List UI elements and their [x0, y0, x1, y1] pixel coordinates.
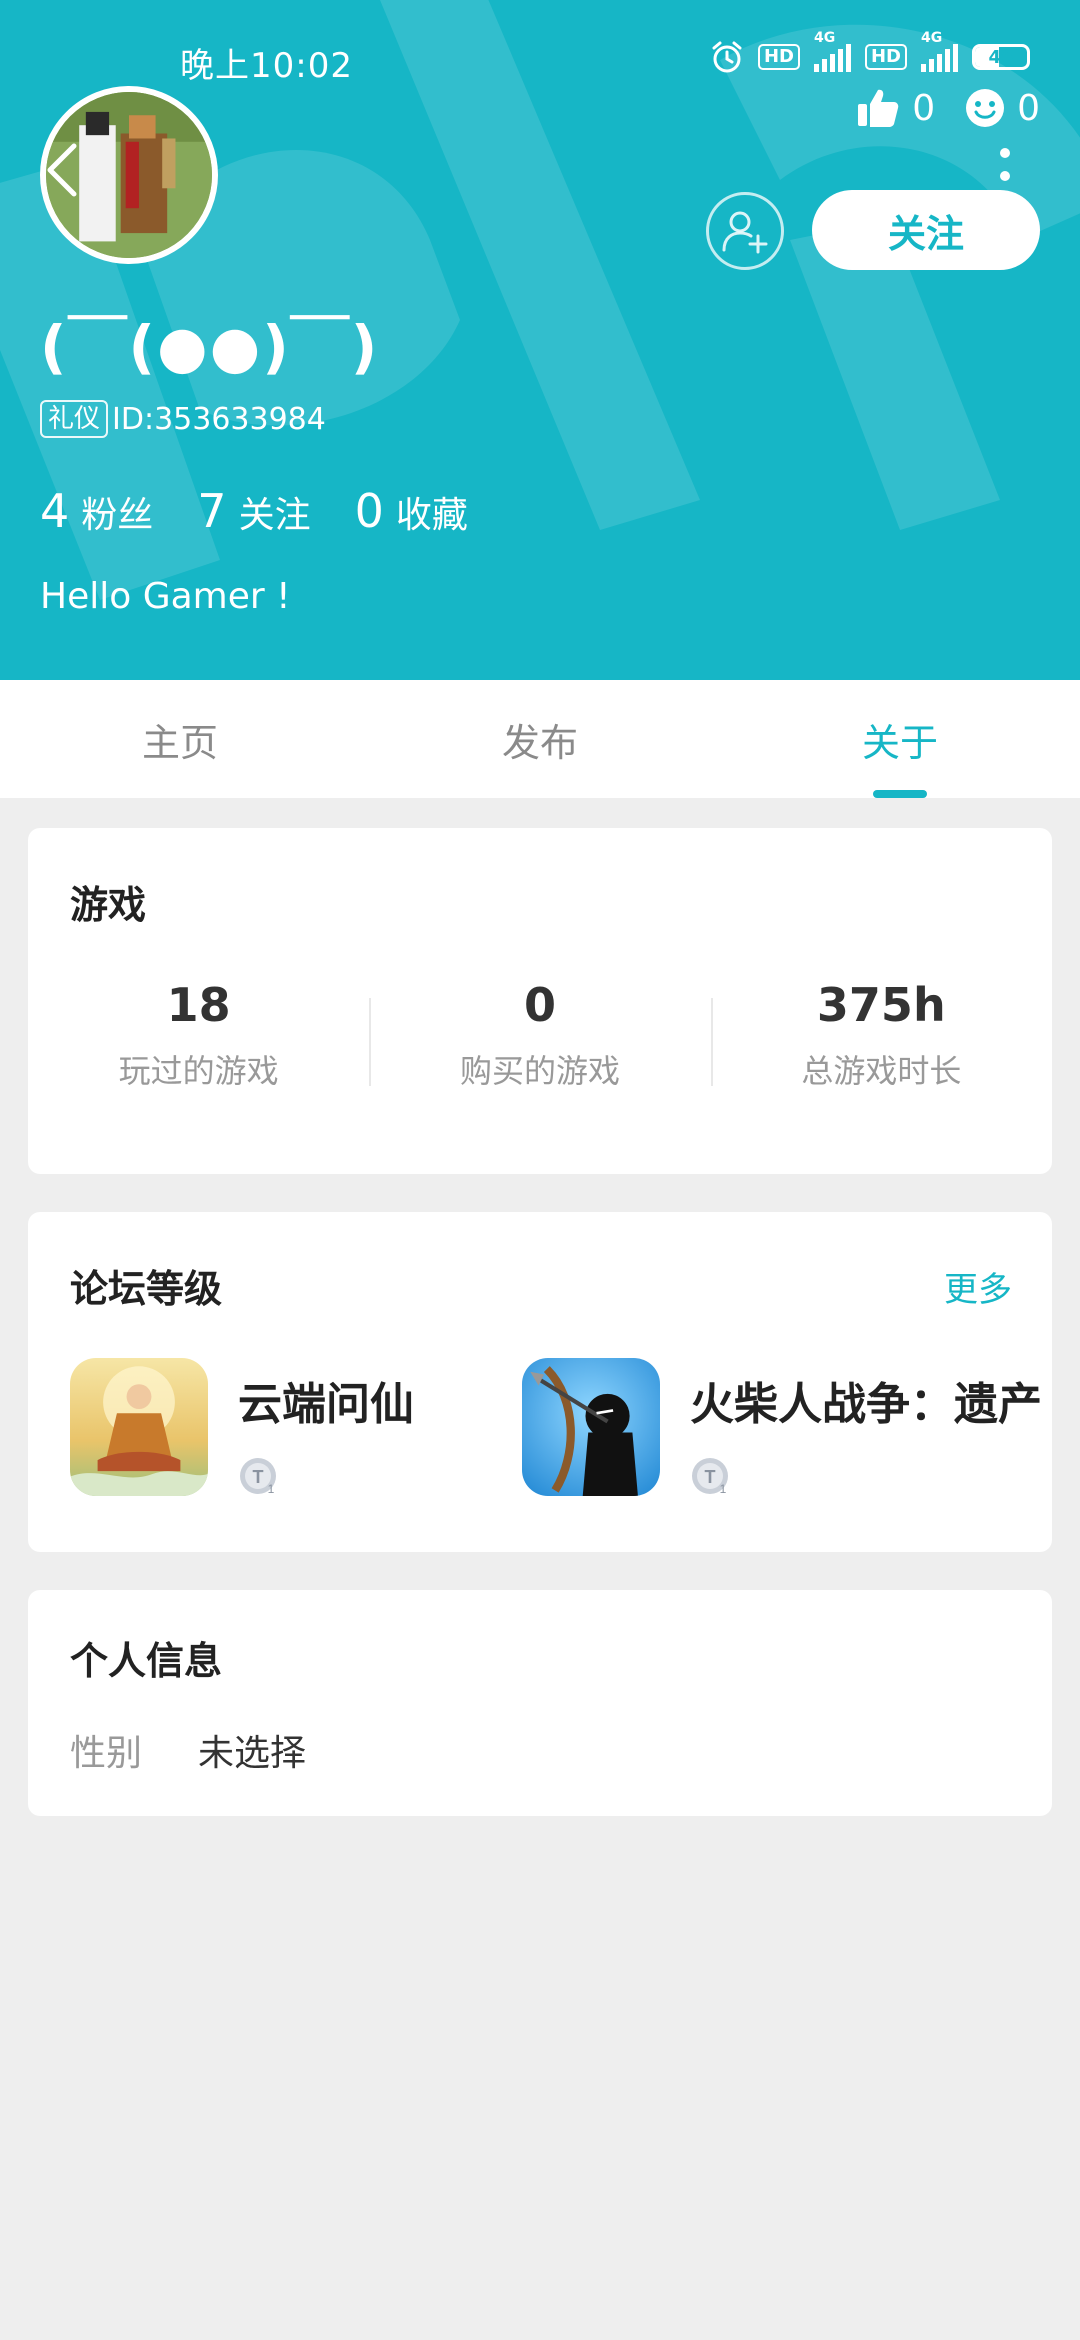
played-games-stat[interactable]: 18 玩过的游戏 [28, 978, 369, 1092]
user-id-row: 礼仪 ID:353633984 [40, 400, 326, 438]
user-id: ID:353633984 [112, 401, 326, 437]
followers-count: 4 [40, 484, 70, 538]
status-icons: HD 4G HD 4G 46 [710, 30, 1030, 74]
title-badge[interactable]: 礼仪 [40, 400, 109, 438]
followers-stat[interactable]: 4 粉丝 [40, 484, 153, 538]
smiley-icon [966, 89, 1005, 127]
tab-about[interactable]: 关于 [720, 680, 1080, 798]
more-options-icon[interactable] [998, 146, 1012, 186]
games-title: 游戏 [70, 883, 147, 927]
forum-level-card: 论坛等级 更多 云端问仙 T 1 火柴人战争：遗产 T 1 [28, 1212, 1052, 1552]
battery-icon: 46 [972, 44, 1030, 70]
favorites-label: 收藏 [395, 495, 468, 536]
social-stats: 4 粉丝 7 关注 0 收藏 [40, 484, 512, 538]
add-friend-button[interactable] [706, 192, 784, 270]
forum-game-name: 云端问仙 [238, 1379, 414, 1430]
following-stat[interactable]: 7 关注 [197, 484, 310, 538]
personal-info-card: 个人信息 性别 未选择 [28, 1590, 1052, 1816]
purchased-games-caption: 购买的游戏 [459, 1052, 620, 1090]
personal-info-title: 个人信息 [70, 1639, 223, 1683]
favorites-stat[interactable]: 0 收藏 [355, 484, 468, 538]
game-icon-stick-war [522, 1358, 660, 1496]
thumbs-up-icon [858, 89, 899, 127]
hd-icon: HD [757, 44, 800, 70]
signal-icon: 4G [813, 30, 851, 72]
following-label: 关注 [238, 495, 311, 536]
level-badge-icon: T 1 [240, 1458, 276, 1496]
following-count: 7 [197, 484, 227, 538]
forum-item[interactable]: 云端问仙 T 1 [70, 1358, 414, 1500]
forum-game-name: 火柴人战争：遗产 [690, 1379, 1042, 1430]
playtime-caption: 总游戏时长 [801, 1052, 962, 1090]
favorites-count: 0 [354, 484, 384, 538]
status-time: 晚上10:02 [180, 46, 353, 86]
reaction-counters: 0 0 [856, 86, 1040, 130]
played-games-value: 18 [166, 978, 231, 1032]
game-icon-yunduan [70, 1358, 208, 1496]
playtime-value: 375h [816, 978, 946, 1032]
signal-icon: 4G [921, 30, 958, 72]
gender-label: 性别 [70, 1733, 143, 1774]
playtime-stat[interactable]: 375h 总游戏时长 [710, 978, 1052, 1092]
bio-text: Hello Gamer ! [40, 576, 291, 617]
tab-posts[interactable]: 发布 [360, 680, 720, 798]
game-stats: 18 玩过的游戏 0 购买的游戏 375h 总游戏时长 [28, 978, 1052, 1092]
emoji-counter[interactable]: 0 [965, 88, 1040, 129]
played-games-caption: 玩过的游戏 [118, 1052, 279, 1090]
forum-title: 论坛等级 [70, 1267, 223, 1311]
forum-more-link[interactable]: 更多 [944, 1262, 1012, 1311]
purchased-games-stat[interactable]: 0 购买的游戏 [369, 978, 710, 1092]
like-counter[interactable]: 0 [856, 86, 935, 130]
hd-icon: HD [864, 44, 907, 70]
svg-text:1: 1 [268, 1482, 275, 1496]
svg-text:1: 1 [720, 1482, 727, 1496]
level-badge-icon: T 1 [692, 1458, 728, 1496]
gender-row: 性别 未选择 [70, 1724, 306, 1776]
followers-label: 粉丝 [81, 495, 154, 536]
profile-tabs: 主页 发布 关于 [0, 680, 1080, 798]
add-user-icon [722, 211, 768, 254]
back-arrow-icon[interactable] [44, 142, 80, 198]
follow-button[interactable]: 关注 [812, 190, 1040, 270]
svg-text:T: T [705, 1467, 716, 1487]
games-card: 游戏 18 玩过的游戏 0 购买的游戏 375h 总游戏时长 [28, 828, 1052, 1174]
tab-home[interactable]: 主页 [0, 680, 360, 798]
forum-item[interactable]: 火柴人战争：遗产 T 1 [522, 1358, 1042, 1500]
alarm-icon [712, 41, 742, 73]
active-tab-indicator [873, 790, 927, 798]
gender-value: 未选择 [198, 1733, 307, 1774]
purchased-games-value: 0 [523, 978, 556, 1032]
svg-text:T: T [253, 1467, 264, 1487]
nickname: (￣(●●)￣) [40, 313, 380, 381]
profile-header: 晚上10:02 HD 4G HD 4G 46 0 0 关注 (￣(●●)￣) 礼… [0, 0, 1080, 680]
